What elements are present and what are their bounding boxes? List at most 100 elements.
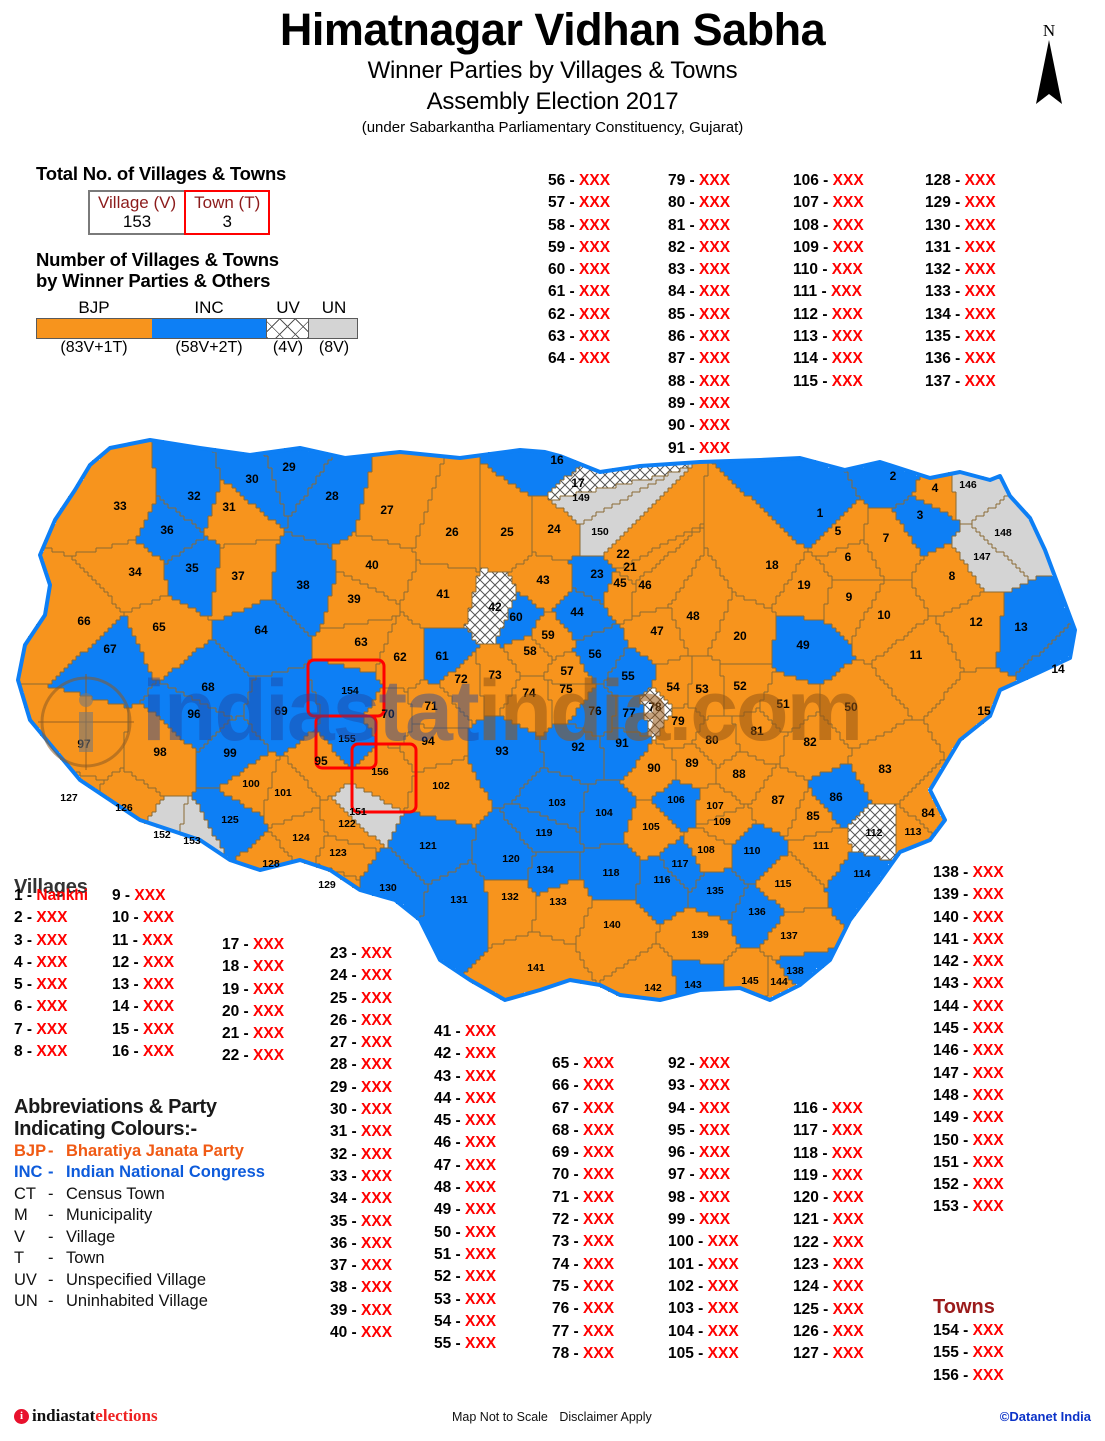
list-item-dash: -: [685, 1144, 700, 1162]
list-item: 139 - XXX: [933, 884, 1004, 906]
map-region-label-34: 34: [128, 565, 142, 579]
list-item: 138 - XXX: [933, 862, 1004, 884]
list-item: 103 - XXX: [668, 1298, 739, 1320]
list-item-number: 12: [112, 953, 130, 971]
list-item-dash: -: [451, 1290, 466, 1308]
list-item-dash: -: [569, 1077, 584, 1095]
list-item: 129 - XXX: [925, 192, 996, 214]
list-item-number: 41: [434, 1023, 452, 1040]
abbreviation-text: Indian National Congress: [66, 1163, 265, 1182]
map-region-label-133: 133: [549, 896, 567, 908]
list-item-number: 55: [434, 1335, 452, 1353]
list-item-value: XXX: [361, 1301, 393, 1319]
list-item-number: 22: [222, 1047, 240, 1065]
list-item-dash: -: [120, 887, 135, 904]
list-item-value: XXX: [579, 328, 611, 346]
list-item-value: XXX: [36, 976, 68, 994]
list-item-value: XXX: [699, 350, 731, 368]
footer-note-disclaimer: Disclaimer Apply: [559, 1410, 652, 1424]
list-item-value: XXX: [831, 328, 863, 346]
list-item-dash: -: [565, 350, 580, 368]
list-item: 63 - XXX: [548, 326, 610, 348]
list-item-dash: -: [685, 261, 700, 279]
map-region-label-32: 32: [187, 489, 201, 503]
list-item: 114 - XXX: [793, 348, 864, 370]
map-region-label-88: 88: [732, 767, 746, 781]
list-item-number: 23: [330, 945, 348, 962]
list-item-value: Nankhi: [36, 887, 89, 904]
list-item: 133 - XXX: [925, 281, 996, 303]
list-item-dash: -: [22, 909, 37, 927]
abbreviations-panel: Abbreviations & Party Indicating Colours…: [14, 1096, 324, 1313]
list-item-dash: -: [958, 1086, 973, 1104]
list-item-value: XXX: [831, 1166, 863, 1184]
list-item-dash: -: [451, 1156, 466, 1174]
list-item: 85 - XXX: [668, 304, 730, 326]
list-item-dash: -: [569, 1300, 584, 1318]
list-item-number: 111: [793, 283, 818, 301]
list-item: 22 - XXX: [222, 1045, 284, 1067]
list-item-value: XXX: [964, 172, 996, 189]
list-item-value: XXX: [972, 886, 1004, 904]
list-item-dash: -: [685, 194, 700, 212]
list-item-dash: -: [685, 1188, 700, 1206]
list-item-value: XXX: [465, 1201, 497, 1219]
list-item-value: XXX: [36, 953, 68, 971]
list-item-number: 109: [793, 238, 819, 256]
list-item-dash: -: [129, 976, 144, 994]
list-item-dash: -: [569, 1344, 584, 1362]
list-item: 154 - XXX: [933, 1320, 1004, 1342]
list-item-value: XXX: [699, 417, 731, 435]
bottom-col-4: 92 - XXX 93 - XXX 94 - XXX 95 - XXX 96 - XXX…: [668, 1053, 739, 1365]
party-legend-names: BJP INC UV UN: [36, 298, 358, 318]
list-item: 11 - XXX: [112, 930, 174, 952]
list-item-value: XXX: [707, 1344, 739, 1362]
list-item: 41 - XXX: [434, 1021, 496, 1043]
parties-legend-title-line2: by Winner Parties & Others: [36, 269, 271, 291]
map-region-label-112: 112: [866, 827, 883, 839]
list-item-number: 19: [222, 980, 240, 998]
list-item-dash: -: [347, 1167, 362, 1185]
map-region-label-84: 84: [921, 806, 935, 820]
list-item-value: XXX: [972, 1176, 1004, 1194]
list-item-value: XXX: [143, 953, 175, 971]
list-item-number: 129: [925, 194, 951, 212]
list-item-dash: -: [818, 305, 832, 323]
map-region-label-18: 18: [765, 558, 779, 572]
list-item: 107 - XXX: [793, 192, 864, 214]
list-item-dash: -: [685, 328, 700, 346]
list-item-value: XXX: [142, 931, 174, 949]
list-item-value: XXX: [972, 908, 1004, 926]
list-item: 122 - XXX: [793, 1232, 864, 1254]
list-item-value: XXX: [830, 283, 862, 301]
list-item: 137 - XXX: [925, 371, 996, 393]
list-item-number: 64: [548, 350, 566, 368]
map-region-label-131: 131: [450, 894, 468, 906]
map-region-label-13: 13: [1014, 620, 1028, 634]
map-region-label-117: 117: [672, 858, 689, 870]
list-item-dash: -: [958, 1020, 973, 1038]
footer-brand[interactable]: i indiastat elections: [14, 1406, 158, 1426]
list-item-number: 8: [14, 1043, 23, 1061]
list-item-dash: -: [22, 931, 37, 949]
list-item: 44 - XXX: [434, 1088, 496, 1110]
list-item-number: 133: [925, 283, 951, 301]
list-item: 120 - XXX: [793, 1187, 864, 1209]
villages-col-1: 1 - Nankhi 2 - XXX 3 - XXX 4 - XXX 5 - XXX 6 …: [14, 885, 88, 1063]
list-item-value: XXX: [699, 1099, 731, 1117]
list-item-value: XXX: [972, 1086, 1004, 1104]
list-item-dash: -: [818, 1189, 833, 1207]
list-item-dash: -: [950, 172, 965, 189]
list-item-number: 44: [434, 1089, 452, 1107]
list-item-value: XXX: [964, 194, 996, 212]
list-item-dash: -: [347, 1234, 362, 1252]
abbreviation-key: BJP: [14, 1141, 47, 1160]
list-item-dash: -: [128, 931, 143, 949]
list-item-value: XXX: [832, 1345, 864, 1363]
list-item-number: 5: [14, 976, 23, 994]
list-item-number: 136: [925, 350, 951, 368]
parties-legend-title: Number of Villages & Towns by Winner Par…: [36, 249, 336, 291]
list-item-value: XXX: [972, 864, 1004, 881]
list-item-value: XXX: [699, 372, 731, 390]
map-region-label-105: 105: [642, 821, 660, 833]
